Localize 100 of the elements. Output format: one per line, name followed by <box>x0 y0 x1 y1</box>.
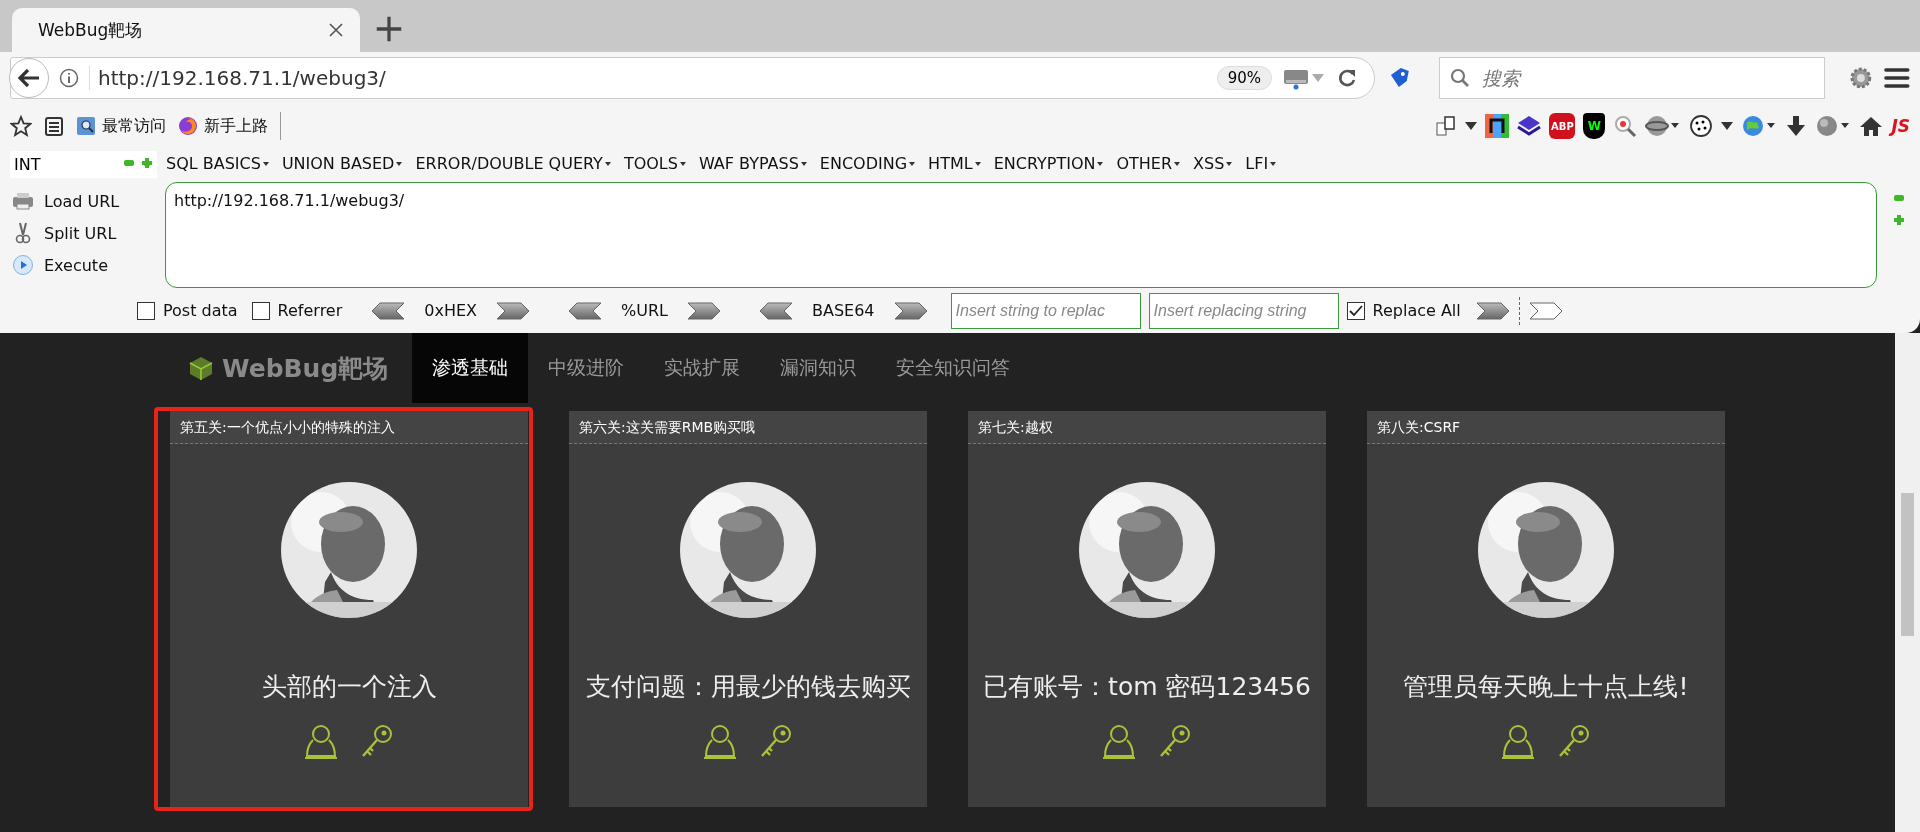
cube-icon <box>188 355 214 381</box>
nav-tab[interactable]: 安全知识问答 <box>876 333 1031 403</box>
nav-tab[interactable]: 渗透基础 <box>412 333 529 403</box>
menu-item[interactable]: LFI <box>1245 153 1277 173</box>
magnifier-icon[interactable] <box>1613 114 1638 138</box>
right-arrow-icon[interactable] <box>495 301 532 320</box>
user-icon[interactable] <box>1102 723 1136 759</box>
printer-icon <box>12 191 34 211</box>
card-header: 第七关:越权 <box>968 411 1326 444</box>
world-icon[interactable] <box>1815 114 1852 138</box>
key-icon[interactable] <box>1557 723 1591 759</box>
globe-icon[interactable] <box>1645 114 1682 138</box>
menu-item[interactable]: ERROR/DOUBLE QUERY <box>415 153 611 173</box>
menu-icon[interactable] <box>1884 67 1910 89</box>
right-arrow-icon[interactable] <box>686 301 722 320</box>
url-text: http://192.168.71.1/webug3/ <box>89 66 1207 90</box>
right-arrow-icon[interactable] <box>1474 301 1511 320</box>
download-icon[interactable] <box>1785 114 1808 138</box>
input-field[interactable]: Insert replacing string <box>1148 292 1339 329</box>
action-button[interactable]: Load URL <box>10 188 165 214</box>
action-button[interactable]: Execute <box>10 252 165 278</box>
menu-item[interactable]: UNION BASED <box>281 153 403 173</box>
checkbox[interactable] <box>1346 301 1365 320</box>
shield-icon[interactable]: W <box>1583 113 1606 139</box>
search-field[interactable]: 搜索 <box>1438 57 1825 99</box>
level-card[interactable]: 第五关:一个优点小小的特殊的注入 头部的一个注入 <box>170 411 528 807</box>
menu-item[interactable]: SQL BASICS <box>166 153 269 173</box>
level-card[interactable]: 第七关:越权 已有账号：tom 密码123456 <box>968 411 1326 807</box>
menu-item[interactable]: ENCODING <box>819 153 916 173</box>
close-icon[interactable] <box>328 22 344 38</box>
plus-icon[interactable] <box>141 157 153 169</box>
star-icon[interactable] <box>10 115 32 137</box>
pages-icon[interactable] <box>1435 115 1458 137</box>
caret-icon[interactable] <box>1465 122 1478 130</box>
left-arrow-icon[interactable] <box>370 301 407 320</box>
site-logo[interactable]: WebBug靶场 <box>222 351 389 385</box>
zoom-level[interactable]: 90% <box>1216 66 1272 90</box>
card-header: 第六关:这关需要RMB购买哦 <box>569 411 927 444</box>
checkbox-label: Referrer <box>277 301 343 320</box>
layers-icon[interactable] <box>1517 114 1542 138</box>
level-card[interactable]: 第八关:CSRF 管理员每天晚上十点上线! <box>1367 411 1725 807</box>
encoding-label: 0xHEX <box>424 301 478 320</box>
search-input[interactable]: 搜索 <box>1479 66 1800 90</box>
url-textarea[interactable]: http://192.168.71.1/webug3/ <box>165 182 1877 288</box>
list-icon[interactable] <box>44 116 64 136</box>
user-icon[interactable] <box>304 723 338 759</box>
action-button[interactable]: Split URL <box>10 220 165 246</box>
menu-item[interactable]: ENCRYPTION <box>993 153 1104 173</box>
user-icon[interactable] <box>703 723 737 759</box>
right-arrow-icon[interactable] <box>892 301 929 320</box>
adblock-icon[interactable]: ABP <box>1549 113 1576 139</box>
caret-icon[interactable] <box>1721 122 1734 130</box>
key-icon[interactable] <box>360 723 394 759</box>
bookmark-item[interactable]: 新手上路 <box>178 115 268 137</box>
rainbow-pi-icon[interactable] <box>1485 114 1510 138</box>
card-title: 支付问题：用最少的钱去购买 <box>585 671 911 703</box>
nav-tab[interactable]: 漏洞知识 <box>760 333 877 403</box>
minus-icon[interactable] <box>123 157 135 169</box>
tab-title: WebBug靶场 <box>38 18 143 42</box>
back-button[interactable] <box>9 58 49 98</box>
checkbox[interactable] <box>251 301 270 320</box>
plus-icon[interactable] <box>374 14 404 44</box>
menu-item[interactable]: XSS <box>1193 153 1233 173</box>
home-icon[interactable] <box>1859 115 1884 137</box>
type-select[interactable]: INT <box>10 151 157 178</box>
search-icon <box>1449 68 1470 88</box>
scroll-thumb[interactable] <box>1901 493 1914 636</box>
left-arrow-icon[interactable] <box>567 301 604 320</box>
browser-tab[interactable]: WebBug靶场 <box>12 8 360 52</box>
card-header: 第八关:CSRF <box>1367 411 1725 444</box>
card-title: 管理员每天晚上十点上线! <box>1403 671 1689 703</box>
scrollbar[interactable] <box>1895 333 1920 832</box>
bookmark-item[interactable]: 最常访问 <box>76 115 166 137</box>
checkbox[interactable] <box>137 301 155 320</box>
checkbox-label: Post data <box>163 301 238 320</box>
nav-tab[interactable]: 中级进阶 <box>528 333 645 403</box>
reload-icon[interactable] <box>1336 67 1358 89</box>
user-icon[interactable] <box>1501 723 1535 759</box>
menu-item[interactable]: WAF BYPASS <box>698 153 807 173</box>
nav-tab[interactable]: 实战扩展 <box>644 333 761 403</box>
menu-item[interactable]: TOOLS <box>623 153 686 173</box>
left-arrow-icon[interactable] <box>758 301 794 320</box>
key-icon[interactable] <box>759 723 793 759</box>
address-bar[interactable]: http://192.168.71.1/webug3/ 90% <box>10 57 1375 99</box>
info-icon[interactable] <box>59 68 79 88</box>
flame-globe-icon <box>178 116 198 136</box>
cookie-icon[interactable] <box>1689 114 1714 138</box>
card-title: 头部的一个注入 <box>261 671 437 703</box>
key-icon[interactable] <box>1158 723 1192 759</box>
gear-icon[interactable] <box>1848 66 1873 90</box>
back-arrow-icon <box>18 68 40 88</box>
card-title: 已有账号：tom 密码123456 <box>983 671 1311 703</box>
menu-item[interactable]: OTHER <box>1116 153 1181 173</box>
earth-icon[interactable] <box>1741 114 1778 138</box>
checkbox-label: Replace All <box>1372 301 1461 320</box>
level-card[interactable]: 第六关:这关需要RMB购买哦 支付问题：用最少的钱去购买 <box>569 411 927 807</box>
input-field[interactable]: Insert string to replac <box>950 292 1141 329</box>
right-arrow-icon[interactable] <box>1527 301 1564 320</box>
select-value: INT <box>14 155 41 174</box>
menu-item[interactable]: HTML <box>928 153 981 173</box>
